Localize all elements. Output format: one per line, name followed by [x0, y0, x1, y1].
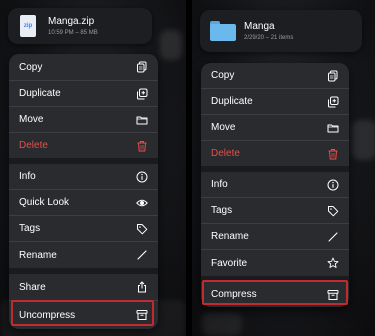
archive-icon — [136, 309, 148, 321]
folder-icon — [136, 114, 148, 126]
menu-item-tags[interactable]: Tags — [201, 198, 349, 223]
context-menu: Copy Duplicate Move Delete — [201, 63, 349, 307]
tag-icon — [327, 205, 339, 217]
archive-icon — [327, 289, 339, 301]
menu-item-label: Move — [211, 122, 236, 133]
menu-item-label: Rename — [19, 249, 57, 261]
menu-item-label: Quick Look — [19, 197, 70, 208]
zip-file-tag: zip — [23, 23, 33, 29]
menu-item-copy[interactable]: Copy — [201, 63, 349, 88]
menu-item-delete[interactable]: Delete — [201, 141, 349, 166]
menu-item-label: Tags — [211, 205, 233, 216]
duplicate-icon — [327, 96, 339, 108]
menu-item-rename[interactable]: Rename — [9, 242, 158, 268]
pencil-icon — [136, 249, 148, 261]
menu-item-label: Compress — [211, 289, 257, 300]
copy-icon — [327, 70, 339, 82]
menu-item-compress[interactable]: Compress — [201, 282, 349, 307]
file-name: Manga.zip — [48, 15, 95, 27]
menu-item-label: Uncompress — [19, 309, 76, 321]
file-meta: 10:59 PM – 85 MB — [48, 29, 98, 36]
info-icon — [327, 179, 339, 191]
folder-thumbnail-icon — [210, 21, 236, 41]
right-panel: Manga 2/29/20 – 21 items Copy Duplicate — [192, 0, 375, 336]
menu-item-label: Info — [19, 171, 36, 182]
menu-item-label: Duplicate — [211, 96, 253, 107]
menu-item-duplicate[interactable]: Duplicate — [9, 81, 158, 106]
file-preview-card: zip Manga.zip 10:59 PM – 85 MB — [8, 8, 152, 44]
menu-item-move[interactable]: Move — [201, 115, 349, 140]
menu-item-info[interactable]: Info — [9, 164, 158, 189]
duplicate-icon — [136, 88, 148, 100]
menu-item-label: Delete — [19, 140, 48, 151]
menu-item-info[interactable]: Info — [201, 172, 349, 197]
zip-file-icon: zip — [20, 15, 36, 37]
menu-item-label: Info — [211, 179, 228, 190]
menu-item-label: Delete — [211, 148, 240, 159]
menu-item-label: Rename — [211, 231, 249, 242]
background-blur — [202, 312, 242, 336]
screenshot-comparison: zip Manga.zip 10:59 PM – 85 MB Copy Dupl… — [0, 0, 375, 336]
tag-icon — [136, 223, 148, 235]
folder-meta: 2/29/20 – 21 items — [244, 34, 294, 41]
menu-item-uncompress[interactable]: Uncompress — [9, 301, 158, 329]
menu-item-copy[interactable]: Copy — [9, 54, 158, 80]
trash-icon — [136, 140, 148, 152]
menu-item-label: Copy — [19, 61, 43, 73]
folder-icon — [327, 122, 339, 134]
menu-item-label: Favorite — [211, 257, 248, 269]
menu-item-duplicate[interactable]: Duplicate — [201, 89, 349, 114]
menu-item-favorite[interactable]: Favorite — [201, 250, 349, 276]
menu-item-share[interactable]: Share — [9, 274, 158, 300]
share-icon — [136, 281, 148, 293]
menu-item-label: Share — [19, 281, 46, 293]
eye-icon — [136, 197, 148, 209]
info-icon — [136, 171, 148, 183]
menu-item-quick-look[interactable]: Quick Look — [9, 190, 158, 215]
star-icon — [327, 257, 339, 269]
menu-item-label: Duplicate — [19, 88, 61, 99]
trash-icon — [327, 148, 339, 160]
menu-item-move[interactable]: Move — [9, 107, 158, 132]
menu-item-tags[interactable]: Tags — [9, 216, 158, 241]
menu-item-rename[interactable]: Rename — [201, 224, 349, 249]
pencil-icon — [327, 231, 339, 243]
menu-item-label: Move — [19, 114, 44, 125]
copy-icon — [136, 61, 148, 73]
menu-item-label: Copy — [211, 70, 235, 81]
folder-preview-card: Manga 2/29/20 – 21 items — [200, 10, 362, 52]
background-blur — [352, 120, 375, 160]
background-blur — [160, 30, 182, 60]
left-panel: zip Manga.zip 10:59 PM – 85 MB Copy Dupl… — [0, 0, 186, 336]
menu-item-label: Tags — [19, 223, 41, 234]
context-menu: Copy Duplicate Move Delete — [9, 54, 158, 329]
menu-item-delete[interactable]: Delete — [9, 133, 158, 158]
folder-name: Manga — [244, 20, 275, 32]
